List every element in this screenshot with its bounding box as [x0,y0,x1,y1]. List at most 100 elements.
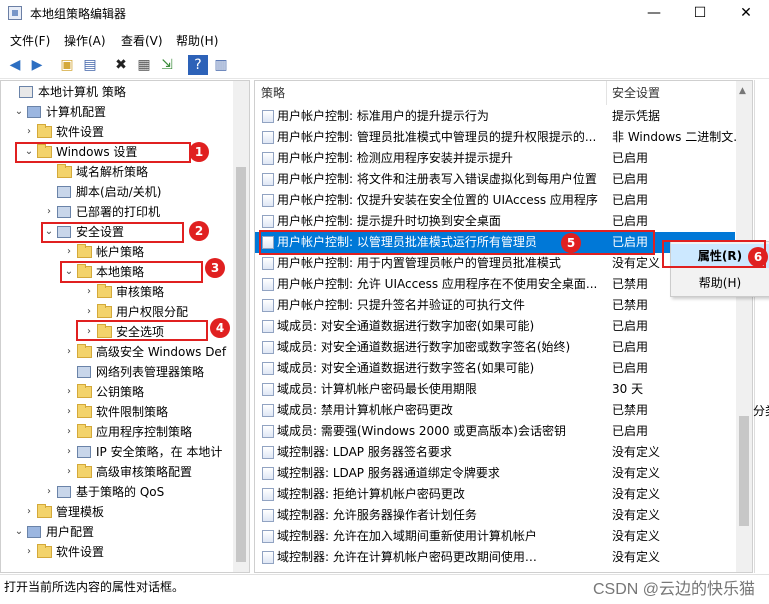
policy-row[interactable]: 域成员: 对安全通道数据进行数字加密(如果可能) 已启用 [255,316,735,337]
minimize-button[interactable]: — [631,0,677,26]
tree-item[interactable]: › 审核策略 [1,282,231,302]
policy-row[interactable]: 用户帐户控制: 提示提升时切换到安全桌面 已启用 [255,211,735,232]
tree-item[interactable]: › 公钥策略 [1,382,231,402]
export-icon[interactable]: ⇲ [157,55,177,75]
tree-item[interactable]: 域名解析策略 [1,162,231,182]
collapsed-chevron-icon[interactable]: › [83,322,95,342]
policy-row[interactable]: 域控制器: 拒绝计算机帐户密码更改 没有定义 [255,484,735,505]
policy-row[interactable]: 域控制器: LDAP 服务器签名要求 没有定义 [255,442,735,463]
policy-icon [262,530,274,543]
collapsed-chevron-icon[interactable]: › [63,462,75,482]
tree-item[interactable]: ⌄ 计算机配置 [1,102,231,122]
forward-arrow-icon[interactable]: ▶ [27,55,47,75]
policy-row[interactable]: 用户帐户控制: 仅提升安装在安全位置的 UIAccess 应用程序 已启用 [255,190,735,211]
context-help[interactable]: 帮助(H) [671,271,769,295]
menu-file[interactable]: 文件(F) [10,32,50,49]
tree-item[interactable]: ⌄ 本地策略 [1,262,231,282]
collapsed-chevron-icon[interactable]: › [63,342,75,362]
policy-row[interactable]: 域控制器: LDAP 服务器通道绑定令牌要求 没有定义 [255,463,735,484]
policy-setting: 已启用 [612,424,649,438]
vertical-scrollbar[interactable]: ▲ [736,81,752,572]
policy-name: 用户帐户控制: 标准用户的提升提示行为 [277,109,489,123]
tree-scrollbar-thumb[interactable] [236,167,246,562]
policy-row[interactable]: 用户帐户控制: 用于内置管理员帐户的管理员批准模式 没有定义 [255,253,735,274]
column-header-policy[interactable]: 策略 [261,81,285,105]
policy-node-icon [77,446,91,458]
policy-row[interactable]: 域成员: 对安全通道数据进行数字签名(如果可能) 已启用 [255,358,735,379]
tree-item[interactable]: › 已部署的打印机 [1,202,231,222]
policy-row[interactable]: 用户帐户控制: 只提升签名并验证的可执行文件 已禁用 [255,295,735,316]
tree-item[interactable]: 网络列表管理器策略 [1,362,231,382]
tree-item[interactable]: ⌄ 用户配置 [1,522,231,542]
collapsed-chevron-icon[interactable]: › [63,242,75,262]
column-header-setting[interactable]: 安全设置 [612,81,660,105]
tree-item[interactable]: › 软件设置 [1,542,231,562]
policy-row[interactable]: 用户帐户控制: 标准用户的提升提示行为 提示凭据 [255,106,735,127]
help-icon[interactable]: ? [188,55,208,75]
scroll-up-icon[interactable]: ▲ [739,86,746,96]
collapsed-chevron-icon[interactable]: › [63,442,75,462]
collapsed-chevron-icon[interactable]: › [23,122,35,142]
properties-icon[interactable]: ▦ [134,55,154,75]
tree-item[interactable]: › 安全选项 [1,322,231,342]
policy-row[interactable]: 域成员: 禁用计算机帐户密码更改 已禁用 [255,400,735,421]
tree-item[interactable]: › 基于策略的 QoS [1,482,231,502]
expanded-chevron-icon[interactable]: ⌄ [23,142,35,162]
tree-item[interactable]: › IP 安全策略，在 本地计 [1,442,231,462]
policy-row[interactable]: 域控制器: 允许服务器操作者计划任务 没有定义 [255,505,735,526]
tree-item[interactable]: › 软件限制策略 [1,402,231,422]
policy-row[interactable]: 域控制器: 允许在计算机帐户密码更改期间使用… 没有定义 [255,547,735,568]
tree-item[interactable]: › 帐户策略 [1,242,231,262]
policy-setting: 没有定义 [612,508,661,522]
show-hide-tree-icon[interactable]: ▤ [80,55,100,75]
tree-item[interactable]: › 高级安全 Windows Def [1,342,231,362]
expanded-chevron-icon[interactable]: ⌄ [63,262,75,282]
collapsed-chevron-icon[interactable]: › [63,382,75,402]
policy-name: 域成员: 需要强(Windows 2000 或更高版本)会话密钥 [277,424,566,438]
tree-item[interactable]: › 用户权限分配 [1,302,231,322]
menu-action[interactable]: 操作(A) [64,32,106,49]
policy-name: 用户帐户控制: 只提升签名并验证的可执行文件 [277,298,525,312]
policy-row[interactable]: 域成员: 计算机帐户密码最长使用期限 30 天 [255,379,735,400]
policy-row[interactable]: 域成员: 对安全通道数据进行数字加密或数字签名(始终) 已启用 [255,337,735,358]
collapsed-chevron-icon[interactable]: › [23,502,35,522]
policy-row[interactable]: 用户帐户控制: 管理员批准模式中管理员的提升权限提示的... 非 Windows … [255,127,740,148]
policy-row[interactable]: 用户帐户控制: 以管理员批准模式运行所有管理员 已启用 [255,232,735,253]
policy-row[interactable]: 用户帐户控制: 检测应用程序安装并提示提升 已启用 [255,148,735,169]
policy-row[interactable]: 用户帐户控制: 将文件和注册表写入错误虚拟化到每用户位置 已启用 [255,169,735,190]
collapsed-chevron-icon[interactable]: › [63,402,75,422]
annotation-badge-1: 1 [189,142,209,162]
collapsed-chevron-icon[interactable]: › [83,282,95,302]
column-divider[interactable] [606,81,607,105]
policy-row[interactable]: 域控制器: 允许在加入域期间重新使用计算机帐户 没有定义 [255,526,735,547]
tree-item[interactable]: › 应用程序控制策略 [1,422,231,442]
collapsed-chevron-icon[interactable]: › [83,302,95,322]
console-icon[interactable]: ▥ [211,55,231,75]
folder-up-icon[interactable]: ▣ [57,55,77,75]
policy-setting: 没有定义 [612,466,661,480]
collapsed-chevron-icon[interactable]: › [23,542,35,562]
tree-scrollbar[interactable] [233,81,249,572]
policy-name: 域控制器: LDAP 服务器通道绑定令牌要求 [277,466,500,480]
expanded-chevron-icon[interactable]: ⌄ [13,522,25,542]
tree-item[interactable]: 脚本(启动/关机) [1,182,231,202]
collapsed-chevron-icon[interactable]: › [43,202,55,222]
close-button[interactable]: ✕ [723,0,769,26]
policy-row[interactable]: 用户帐户控制: 允许 UIAccess 应用程序在不使用安全桌面... 已禁用 [255,274,735,295]
tree-item[interactable]: 本地计算机 策略 [1,82,231,102]
expanded-chevron-icon[interactable]: ⌄ [43,222,55,242]
expanded-chevron-icon[interactable]: ⌄ [13,102,25,122]
menu-help[interactable]: 帮助(H) [176,32,218,49]
tree-item[interactable]: › 管理模板 [1,502,231,522]
tree-item-label: 安全选项 [116,325,165,339]
back-arrow-icon[interactable]: ◀ [5,55,25,75]
collapsed-chevron-icon[interactable]: › [43,482,55,502]
tree-item[interactable]: › 高级审核策略配置 [1,462,231,482]
delete-x-icon[interactable]: ✖ [111,55,131,75]
scrollbar-thumb[interactable] [739,416,749,526]
maximize-button[interactable]: ☐ [677,0,723,26]
collapsed-chevron-icon[interactable]: › [63,422,75,442]
policy-row[interactable]: 域成员: 需要强(Windows 2000 或更高版本)会话密钥 已启用 [255,421,735,442]
menu-view[interactable]: 查看(V) [121,32,163,49]
tree-item[interactable]: › 软件设置 [1,122,231,142]
